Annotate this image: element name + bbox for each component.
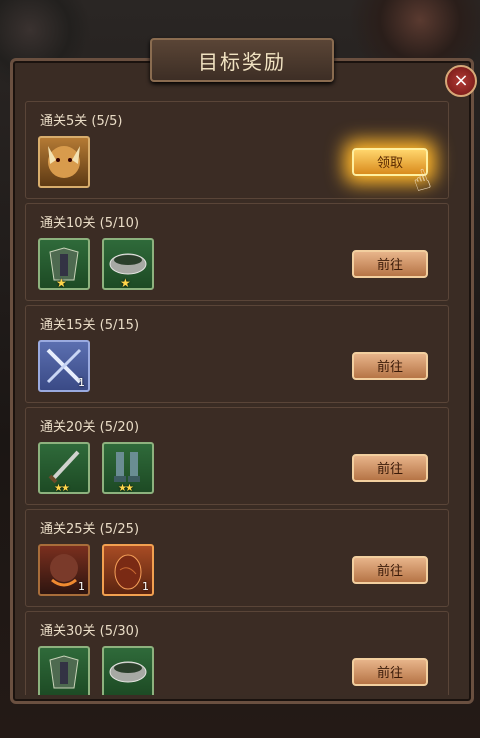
title-banner: 目标奖励 bbox=[150, 38, 334, 82]
egg-icon[interactable]: 1 bbox=[102, 544, 154, 596]
reward-label: 通关30关 (5/30) bbox=[40, 624, 140, 639]
go-button[interactable]: 前往 bbox=[352, 454, 428, 482]
item-count: 1 bbox=[142, 580, 149, 593]
reward-card: 通关25关 (5/25) 1 1 前往 bbox=[25, 509, 449, 607]
reward-card: 通关10关 (5/10) ★ ★ 前往 bbox=[25, 203, 449, 301]
go-button[interactable]: 前往 bbox=[352, 556, 428, 584]
go-button[interactable]: 前往 bbox=[352, 352, 428, 380]
star-icon: ★★ bbox=[118, 483, 134, 494]
crossed-blades-icon[interactable]: 1 bbox=[38, 340, 90, 392]
sword-icon[interactable]: ★★ bbox=[38, 442, 90, 494]
star-icon: ★ bbox=[120, 276, 131, 290]
star-icon: ★★ bbox=[54, 483, 70, 494]
reward-card: 通关20关 (5/20) ★★ ★★ 前往 bbox=[25, 407, 449, 505]
armor-icon[interactable]: ★ bbox=[38, 238, 90, 290]
armor-icon[interactable] bbox=[38, 646, 90, 695]
star-icon: ★ bbox=[56, 276, 67, 290]
reward-label: 通关25关 (5/25) bbox=[40, 522, 140, 537]
reward-card: 通关30关 (5/30) 前往 bbox=[25, 611, 449, 695]
boots-icon[interactable]: ★★ bbox=[102, 442, 154, 494]
belt-icon[interactable] bbox=[102, 646, 154, 695]
reward-label: 通关5关 (5/5) bbox=[40, 114, 123, 129]
reward-list: 通关5关 (5/5) 领取 ☝ 通关10关 (5/10) ★ ★ 前往 通关15… bbox=[25, 101, 467, 695]
reward-label: 通关20关 (5/20) bbox=[40, 420, 140, 435]
dragon-hero-icon[interactable]: 1 bbox=[38, 544, 90, 596]
reward-panel: 通关5关 (5/5) 领取 ☝ 通关10关 (5/10) ★ ★ 前往 通关15… bbox=[10, 58, 474, 704]
reward-label: 通关15关 (5/15) bbox=[40, 318, 140, 333]
beast-hero-icon[interactable] bbox=[38, 136, 90, 188]
go-button[interactable]: 前往 bbox=[352, 250, 428, 278]
reward-card: 通关15关 (5/15) 1 前往 bbox=[25, 305, 449, 403]
item-count: 1 bbox=[78, 376, 85, 389]
pointer-hand-icon: ☝ bbox=[407, 162, 436, 199]
reward-card: 通关5关 (5/5) 领取 ☝ bbox=[25, 101, 449, 199]
go-button[interactable]: 前往 bbox=[352, 658, 428, 686]
item-count: 1 bbox=[78, 580, 85, 593]
close-button[interactable]: × bbox=[445, 65, 477, 97]
page-title: 目标奖励 bbox=[198, 49, 286, 74]
belt-icon[interactable]: ★ bbox=[102, 238, 154, 290]
reward-label: 通关10关 (5/10) bbox=[40, 216, 140, 231]
